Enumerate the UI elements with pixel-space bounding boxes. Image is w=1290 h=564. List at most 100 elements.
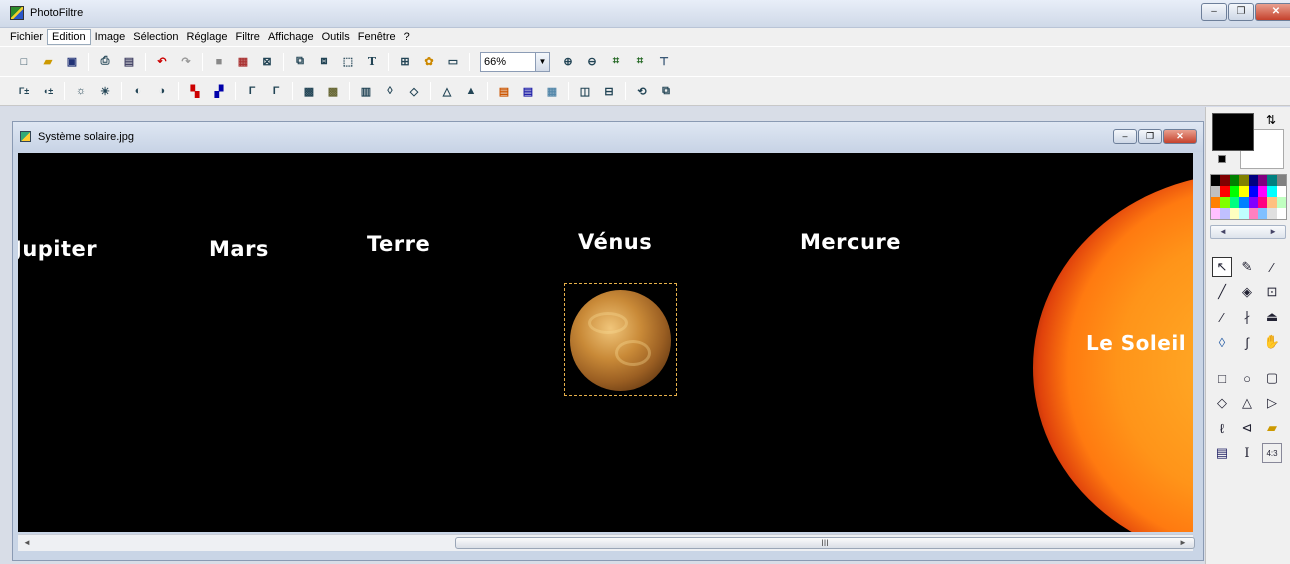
- palette-swatch[interactable]: [1239, 208, 1249, 219]
- flip-horizontal-icon[interactable]: ◫: [577, 83, 593, 99]
- palette-swatch[interactable]: [1276, 197, 1286, 208]
- palette-swatch[interactable]: [1257, 186, 1268, 197]
- palette-swatch[interactable]: [1267, 175, 1277, 186]
- menu-filtre[interactable]: Filtre: [231, 30, 263, 44]
- pointer-icon[interactable]: ↖: [1212, 257, 1232, 277]
- polygon-icon[interactable]: ⊲: [1237, 418, 1257, 438]
- palette-swatch[interactable]: [1220, 175, 1230, 186]
- menu-edition[interactable]: Edition: [47, 29, 91, 45]
- palette-swatch[interactable]: [1211, 208, 1221, 219]
- menu-selection[interactable]: Sélection: [129, 30, 182, 44]
- open-icon[interactable]: ▰: [40, 54, 56, 70]
- palette-swatch[interactable]: [1248, 175, 1258, 186]
- text-cursor-icon[interactable]: I: [1237, 443, 1257, 463]
- triangle-icon[interactable]: △: [1237, 393, 1257, 413]
- menu-help[interactable]: ?: [400, 30, 414, 44]
- brightness-plus-icon[interactable]: ☀: [97, 83, 113, 99]
- selection-marquee[interactable]: [564, 283, 677, 396]
- palette-swatch[interactable]: [1211, 197, 1221, 208]
- menu-fichier[interactable]: Fichier: [6, 30, 47, 44]
- stamp-tool-icon[interactable]: ⏏: [1262, 307, 1282, 327]
- layer-icon[interactable]: ⊞: [397, 54, 413, 70]
- sharpen-more-icon[interactable]: ▲: [463, 83, 479, 99]
- texture-icon[interactable]: ▩: [325, 83, 341, 99]
- menu-affichage[interactable]: Affichage: [264, 30, 318, 44]
- scroll-thumb[interactable]: III: [455, 537, 1195, 549]
- color-palette[interactable]: [1210, 174, 1287, 220]
- auto-contrast-icon[interactable]: ◖±: [40, 83, 56, 99]
- window-icon[interactable]: ▭: [445, 54, 461, 70]
- palette-swatch[interactable]: [1220, 186, 1230, 197]
- palette-next-icon[interactable]: ►: [1269, 227, 1277, 237]
- spray-icon[interactable]: ⊡: [1262, 282, 1282, 302]
- palette-swatch[interactable]: [1257, 197, 1268, 208]
- chevron-down-icon[interactable]: ▼: [535, 52, 549, 71]
- sharpen-icon[interactable]: △: [439, 83, 455, 99]
- paste-icon[interactable]: ⧈: [316, 54, 332, 70]
- undo-icon[interactable]: ↶: [154, 54, 170, 70]
- menu-reglage[interactable]: Réglage: [183, 30, 232, 44]
- mosaic-icon[interactable]: ▩: [301, 83, 317, 99]
- new-icon[interactable]: □: [16, 54, 32, 70]
- flip-vertical-icon[interactable]: ⊟: [601, 83, 617, 99]
- contrast-minus-icon[interactable]: ◐: [130, 83, 146, 99]
- zoom-select[interactable]: 66% ▼: [480, 51, 550, 72]
- blur-icon[interactable]: ▥: [358, 83, 374, 99]
- palette-swatch[interactable]: [1276, 186, 1286, 197]
- magic-wand-icon[interactable]: ⁄: [1262, 257, 1282, 277]
- document-title-bar[interactable]: Système solaire.jpg – ❐ ✕: [13, 122, 1203, 152]
- gamma-minus-icon[interactable]: Γ: [244, 83, 260, 99]
- redo-icon[interactable]: ↷: [178, 54, 194, 70]
- palette-swatch[interactable]: [1211, 186, 1221, 197]
- select-icon[interactable]: ⬚: [340, 54, 356, 70]
- palette-swatch[interactable]: [1220, 197, 1230, 208]
- fit-icon[interactable]: ⌗: [608, 54, 624, 70]
- drop-tool-icon[interactable]: ◊: [1212, 332, 1232, 352]
- color-icon[interactable]: ▦: [544, 83, 560, 99]
- foreground-color-swatch[interactable]: [1212, 113, 1254, 151]
- grayscale-icon[interactable]: ■: [211, 54, 227, 70]
- palette-swatch[interactable]: [1276, 175, 1286, 186]
- slideshow-icon[interactable]: ⊤: [656, 54, 672, 70]
- rectangle-icon[interactable]: □: [1212, 368, 1232, 388]
- palette-swatch[interactable]: [1211, 175, 1221, 186]
- close-button[interactable]: ✕: [1255, 3, 1290, 21]
- reset-colors-icon[interactable]: [1218, 155, 1226, 163]
- maximize-button[interactable]: ❐: [1228, 3, 1254, 21]
- palette-swatch[interactable]: [1248, 197, 1258, 208]
- lasso-icon[interactable]: ℓ: [1212, 418, 1232, 438]
- finger-icon[interactable]: ∫: [1237, 332, 1257, 352]
- palette-swatch[interactable]: [1229, 208, 1240, 219]
- eyedropper-icon[interactable]: ✎: [1237, 257, 1257, 277]
- palette-swatch[interactable]: [1239, 197, 1249, 208]
- palette-swatch[interactable]: [1239, 186, 1249, 197]
- saturation-plus-icon[interactable]: ▞: [211, 83, 227, 99]
- ellipse-icon[interactable]: ○: [1237, 368, 1257, 388]
- horizontal-scrollbar[interactable]: ◄ III ►: [18, 534, 1195, 551]
- save-icon[interactable]: ▣: [64, 54, 80, 70]
- doc-close-button[interactable]: ✕: [1163, 129, 1197, 144]
- frame-icon[interactable]: ▤: [520, 83, 536, 99]
- saturation-minus-icon[interactable]: ▚: [187, 83, 203, 99]
- contrast-plus-icon[interactable]: ◑: [154, 83, 170, 99]
- gamma-plus-icon[interactable]: Γ: [268, 83, 284, 99]
- scroll-left-icon[interactable]: ◄: [20, 538, 34, 549]
- swap-colors-icon[interactable]: ⇅: [1266, 113, 1276, 127]
- rgb-icon[interactable]: ▦: [235, 54, 251, 70]
- palette-swatch[interactable]: [1248, 186, 1258, 197]
- actual-size-icon[interactable]: ⌗: [632, 54, 648, 70]
- text-frame-icon[interactable]: ▤: [1212, 443, 1232, 463]
- diamond-icon[interactable]: ◇: [1212, 393, 1232, 413]
- line-icon[interactable]: ╱: [1212, 282, 1232, 302]
- scan-icon[interactable]: ▤: [121, 54, 137, 70]
- scroll-right-icon[interactable]: ►: [1176, 538, 1190, 549]
- stamp-icon[interactable]: ✿: [421, 54, 437, 70]
- print-icon[interactable]: ⎙: [97, 54, 113, 70]
- palette-prev-icon[interactable]: ◄: [1219, 227, 1227, 237]
- zoom-out-icon[interactable]: ⊖: [584, 54, 600, 70]
- menu-outils[interactable]: Outils: [318, 30, 354, 44]
- auto-levels-icon[interactable]: Γ±: [16, 83, 32, 99]
- doc-maximize-button[interactable]: ❐: [1138, 129, 1162, 144]
- palette-swatch[interactable]: [1267, 186, 1277, 197]
- palette-swatch[interactable]: [1229, 197, 1240, 208]
